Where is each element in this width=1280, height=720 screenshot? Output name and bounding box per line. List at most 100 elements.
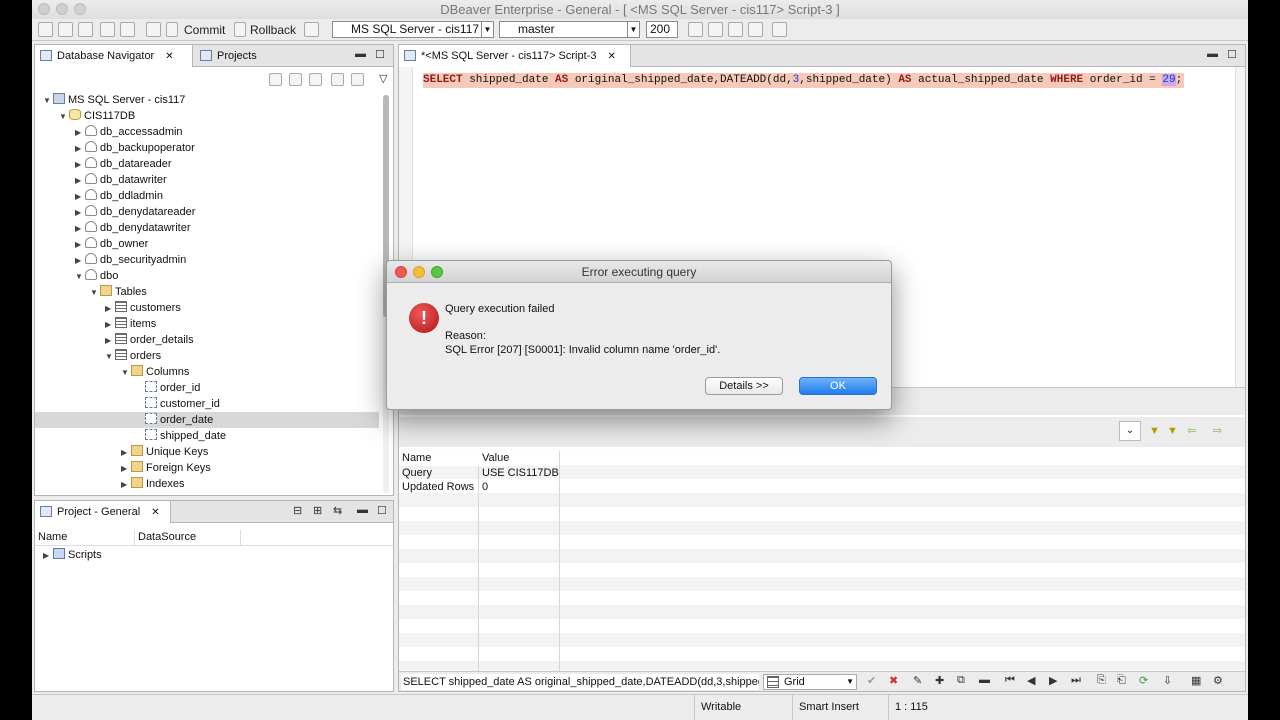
- refresh-icon[interactable]: ⟳: [1139, 674, 1148, 687]
- expanded-icon[interactable]: ▼: [90, 285, 100, 301]
- explain-icon[interactable]: [708, 22, 723, 37]
- collapse-all-icon[interactable]: [331, 73, 344, 86]
- cancel-changes-icon[interactable]: ✖: [889, 674, 898, 687]
- filter-history-dropdown[interactable]: ⌄: [1119, 421, 1141, 441]
- transaction-mode-icon[interactable]: [146, 22, 161, 37]
- next-page-icon[interactable]: ▶: [1049, 674, 1057, 687]
- history-icon[interactable]: [748, 22, 763, 37]
- tab-projects[interactable]: Projects: [195, 45, 265, 67]
- expanded-icon[interactable]: ▼: [75, 269, 85, 285]
- tree-node-table[interactable]: ▼ orders: [105, 348, 161, 364]
- expand-all-icon[interactable]: ⊞: [313, 504, 322, 517]
- tree-node-unique-keys[interactable]: ▶ Unique Keys: [121, 444, 208, 460]
- column-header-name[interactable]: Name: [35, 530, 135, 545]
- collapsed-icon[interactable]: ▶: [121, 477, 131, 493]
- grid-cell[interactable]: Query: [399, 466, 479, 480]
- collapsed-icon[interactable]: ▶: [121, 461, 131, 477]
- collapsed-icon[interactable]: ▶: [75, 125, 85, 141]
- clear-filter-icon[interactable]: ▼: [1167, 425, 1178, 437]
- new-folder-icon[interactable]: [309, 73, 322, 86]
- collapsed-icon[interactable]: ▶: [75, 205, 85, 221]
- query-text-field[interactable]: SELECT shipped_date AS original_shipped_…: [401, 674, 759, 690]
- new-connection-icon[interactable]: [269, 73, 282, 86]
- expanded-icon[interactable]: ▼: [121, 365, 131, 381]
- collapsed-icon[interactable]: ▶: [43, 548, 53, 564]
- collapsed-icon[interactable]: ▶: [75, 173, 85, 189]
- last-page-icon[interactable]: ⏭: [1071, 674, 1081, 687]
- view-menu-icon[interactable]: ▽: [379, 72, 387, 85]
- expanded-icon[interactable]: ▼: [43, 93, 53, 109]
- expanded-icon[interactable]: ▼: [59, 109, 69, 125]
- expanded-icon[interactable]: ▼: [105, 349, 115, 365]
- collapsed-icon[interactable]: ▶: [121, 445, 131, 461]
- tree-node-table[interactable]: ▶ order_details: [105, 332, 194, 348]
- minimize-icon[interactable]: ▬: [1207, 48, 1218, 60]
- export-icon[interactable]: ⇩: [1163, 674, 1172, 687]
- disconnect-icon[interactable]: [58, 22, 73, 37]
- maximize-icon[interactable]: ☐: [1227, 48, 1237, 61]
- execute-icon[interactable]: [688, 22, 703, 37]
- maximize-icon[interactable]: ☐: [375, 48, 385, 61]
- filter-icon[interactable]: [289, 73, 302, 86]
- tree-node-role[interactable]: ▶ db_ddladmin: [75, 188, 163, 204]
- add-row-icon[interactable]: ✚: [935, 674, 944, 687]
- gear-icon[interactable]: ⚙: [1213, 674, 1223, 687]
- collapse-all-icon[interactable]: ⊟: [293, 504, 302, 517]
- collapsed-icon[interactable]: ▶: [75, 221, 85, 237]
- collapsed-icon[interactable]: ▶: [75, 141, 85, 157]
- rollback-button[interactable]: Rollback: [250, 23, 296, 37]
- maximize-icon[interactable]: ☐: [377, 504, 387, 517]
- first-page-icon[interactable]: ⏮: [1005, 674, 1015, 687]
- column-header-datasource[interactable]: DataSource: [135, 530, 241, 545]
- minimize-icon[interactable]: ▬: [357, 504, 368, 516]
- filter-icon[interactable]: ▼: [1149, 425, 1160, 437]
- format-icon[interactable]: [728, 22, 743, 37]
- connect-icon[interactable]: [38, 22, 53, 37]
- tree-node-table[interactable]: ▶ items: [105, 316, 156, 332]
- close-icon[interactable]: ✕: [165, 51, 173, 62]
- tree-node-role[interactable]: ▶ db_owner: [75, 236, 148, 252]
- fetch-all-icon[interactable]: ⎗: [1117, 674, 1126, 687]
- open-script-icon[interactable]: [120, 22, 135, 37]
- tree-node-columns-folder[interactable]: ▼ Columns: [121, 364, 189, 380]
- tab-database-navigator[interactable]: Database Navigator ✕: [35, 45, 193, 67]
- tree-node-column[interactable]: customer_id: [145, 396, 220, 412]
- grid-cell[interactable]: USE CIS117DB: [479, 466, 559, 480]
- tree-node-role[interactable]: ▶ db_accessadmin: [75, 124, 183, 140]
- collapsed-icon[interactable]: ▶: [105, 333, 115, 349]
- tree-node-role[interactable]: ▶ db_securityadmin: [75, 252, 186, 268]
- view-mode-selector[interactable]: Grid ▼: [763, 674, 857, 690]
- tree-node-foreign-keys[interactable]: ▶ Foreign Keys: [121, 460, 211, 476]
- minimize-window-button[interactable]: [56, 3, 68, 15]
- copy-row-icon[interactable]: ⧉: [957, 674, 965, 687]
- zoom-window-button[interactable]: [74, 3, 86, 15]
- dialog-minimize-button[interactable]: [413, 266, 425, 278]
- tree-node-role[interactable]: ▶ db_datawriter: [75, 172, 167, 188]
- dialog-zoom-button[interactable]: [431, 266, 443, 278]
- fetch-page-icon[interactable]: ⎘: [1097, 674, 1106, 687]
- tree-node-role[interactable]: ▶ db_denydatawriter: [75, 220, 191, 236]
- commit-button[interactable]: Commit: [184, 23, 225, 37]
- close-icon[interactable]: ✕: [151, 507, 159, 518]
- grid-cell[interactable]: 0: [479, 480, 559, 494]
- dialog-close-button[interactable]: [395, 266, 407, 278]
- connection-selector[interactable]: MS SQL Server - cis117 ▼: [332, 21, 494, 38]
- tree-node-role[interactable]: ▶ db_datareader: [75, 156, 172, 172]
- results-grid[interactable]: Name Value Query USE CIS117DB Updated Ro…: [399, 451, 1245, 671]
- tree-node-table[interactable]: ▶ customers: [105, 300, 181, 316]
- tree-node-server[interactable]: ▼ MS SQL Server - cis117: [43, 92, 185, 108]
- tab-script-3[interactable]: *<MS SQL Server - cis117> Script-3 ✕: [399, 45, 631, 67]
- invalidate-icon[interactable]: [78, 22, 93, 37]
- tree-node-database[interactable]: ▼ CIS117DB: [59, 108, 135, 124]
- forward-icon[interactable]: ⇨: [1213, 424, 1222, 437]
- delete-row-icon[interactable]: ▬: [979, 674, 990, 686]
- tree-node-column[interactable]: shipped_date: [145, 428, 226, 444]
- ok-button[interactable]: OK: [799, 377, 877, 395]
- edit-row-icon[interactable]: ✎: [913, 674, 922, 687]
- collapsed-icon[interactable]: ▶: [105, 317, 115, 333]
- database-selector[interactable]: master ▼: [499, 21, 640, 38]
- save-changes-icon[interactable]: ✔: [867, 674, 876, 687]
- collapsed-icon[interactable]: ▶: [75, 237, 85, 253]
- tree-node-indexes[interactable]: ▶ Indexes: [121, 476, 185, 492]
- transaction-log-icon[interactable]: [304, 22, 319, 37]
